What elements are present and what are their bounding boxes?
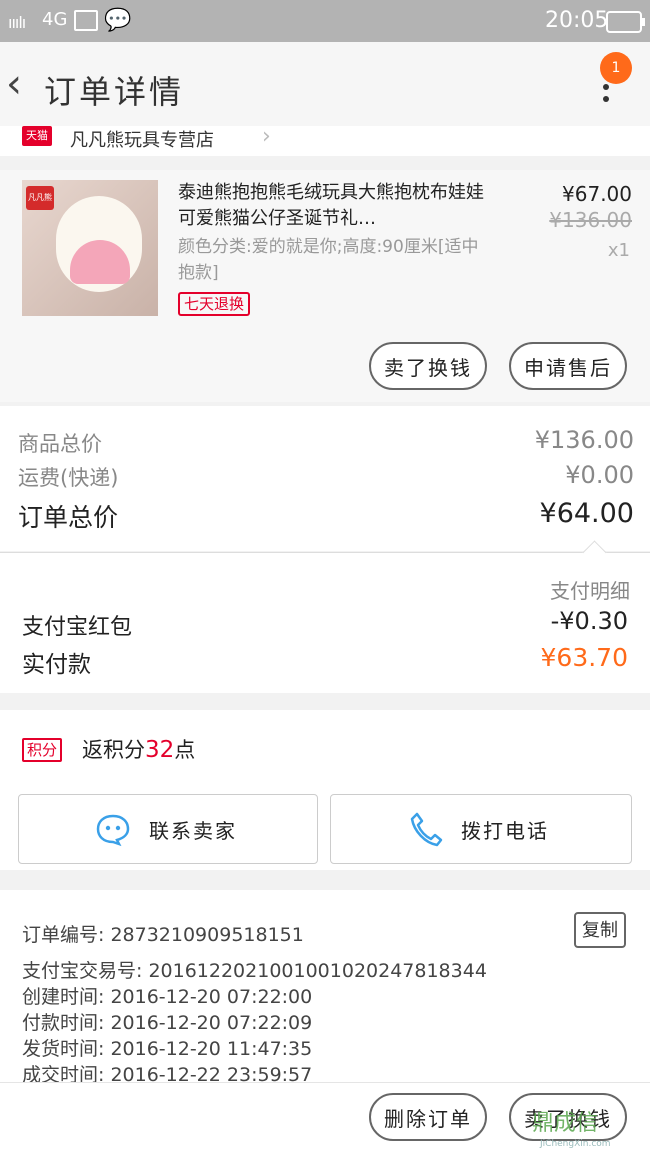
product-card[interactable]: 凡凡熊 泰迪熊抱抱熊毛绒玩具大熊抱枕布娃娃可爱熊猫公仔圣诞节礼… 颜色分类:爱的…	[0, 170, 650, 402]
shipping-label: 运费(快递)	[18, 466, 119, 490]
status-bar: ııılı 4G 💬 20:05	[0, 0, 650, 42]
call-phone-label: 拨打电话	[461, 819, 549, 843]
signal-icon: ııılı	[8, 13, 26, 32]
alipay-redpacket-value: -¥0.30	[550, 607, 628, 635]
battery-icon	[606, 11, 645, 33]
page-title: 订单详情	[44, 73, 185, 111]
paid-time: 付款时间: 2016-12-20 07:22:09	[22, 1012, 313, 1034]
points-contact-section: 积分 返积分32点 联系卖家 拨打电话	[0, 710, 650, 870]
watermark-url: JiChengXin.com	[540, 1139, 611, 1149]
quantity: x1	[607, 240, 630, 261]
order-total-label: 订单总价	[18, 503, 119, 532]
order-total-value: ¥64.00	[539, 498, 634, 529]
paid-amount-value: ¥63.70	[540, 643, 628, 672]
phone-icon	[410, 812, 443, 847]
seven-day-return-tag: 七天退换	[178, 292, 251, 316]
order-info-section: 订单编号: 2873210909518151 复制 支付宝交易号: 201612…	[0, 890, 650, 1090]
goods-total-value: ¥136.00	[534, 426, 634, 454]
contact-seller-label: 联系卖家	[149, 819, 237, 843]
brand-logo: 凡凡熊	[26, 186, 54, 210]
shipping-value: ¥0.00	[565, 461, 634, 489]
product-image[interactable]: 凡凡熊	[22, 180, 158, 316]
payment-section: 支付明细 支付宝红包 -¥0.30 实付款 ¥63.70	[0, 540, 650, 693]
delete-order-button[interactable]: 删除订单	[369, 1093, 487, 1141]
product-sku: 颜色分类:爱的就是你;高度:90厘米[适中抱款]	[178, 237, 479, 283]
wechat-icon: 💬	[104, 8, 132, 33]
network-type: 4G	[42, 9, 68, 30]
watermark-logo: 鼎成信	[532, 1111, 599, 1136]
product-price: ¥67.00	[562, 182, 632, 206]
copy-button[interactable]: 复制	[574, 912, 626, 948]
price-summary: 商品总价 ¥136.00 运费(快递) ¥0.00 订单总价 ¥64.00	[0, 406, 650, 551]
product-title: 泰迪熊抱抱熊毛绒玩具大熊抱枕布娃娃可爱熊猫公仔圣诞节礼…	[178, 182, 484, 229]
store-row[interactable]: 天猫 凡凡熊玩具专营店 ›	[0, 124, 650, 156]
points-text: 返积分32点	[82, 737, 196, 763]
paid-amount-label: 实付款	[22, 652, 91, 678]
back-icon[interactable]: ‹	[6, 64, 22, 104]
call-phone-button[interactable]: 拨打电话	[330, 794, 632, 864]
shipped-time: 发货时间: 2016-12-20 11:47:35	[22, 1038, 313, 1060]
chevron-right-icon: ›	[262, 124, 271, 149]
original-price: ¥136.00	[549, 208, 632, 232]
alipay-redpacket-label: 支付宝红包	[22, 615, 133, 640]
tmall-badge: 天猫	[22, 126, 52, 146]
order-number: 订单编号: 2873210909518151	[22, 924, 304, 946]
contact-seller-button[interactable]: 联系卖家	[18, 794, 318, 864]
points-badge: 积分	[22, 738, 63, 762]
created-time: 创建时间: 2016-12-20 07:22:00	[22, 986, 313, 1008]
alipay-trade-number: 支付宝交易号: 2016122021001001020247818344	[22, 960, 487, 982]
bottom-action-bar: 删除订单 卖了换钱 鼎成信 JiChengXin.com	[0, 1082, 650, 1156]
payment-detail-link[interactable]: 支付明细	[550, 575, 630, 604]
chat-bubble-icon	[96, 814, 130, 847]
title-bar: ‹ 订单详情 1	[0, 42, 650, 130]
notification-badge: 1	[600, 52, 632, 84]
sell-for-cash-button[interactable]: 卖了换钱	[369, 342, 487, 390]
goods-total-label: 商品总价	[18, 432, 102, 456]
clock: 20:05	[545, 8, 609, 33]
points-value: 32	[145, 737, 175, 763]
store-name: 凡凡熊玩具专营店	[70, 130, 214, 151]
image-notification-icon	[74, 10, 98, 31]
apply-after-sale-button[interactable]: 申请售后	[509, 342, 627, 390]
